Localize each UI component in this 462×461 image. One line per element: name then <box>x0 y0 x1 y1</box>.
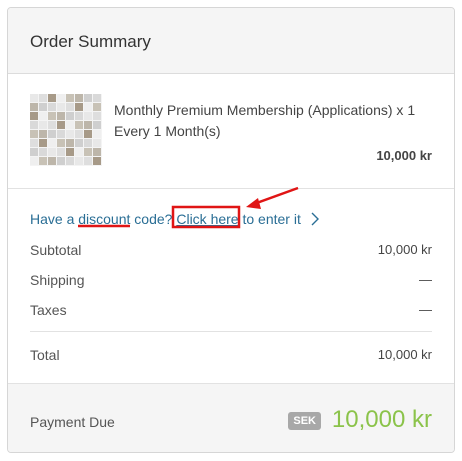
thumbnail-tile <box>57 121 65 129</box>
total-value: 10,000 kr <box>377 347 432 362</box>
discount-word: discount <box>78 211 131 227</box>
thumbnail-tile <box>93 121 101 129</box>
thumbnail-tile <box>39 94 47 102</box>
thumbnail-tile <box>66 112 74 120</box>
thumbnail-tile <box>75 148 83 156</box>
shipping-value: — <box>419 272 432 287</box>
discount-suffix: to enter it <box>238 211 301 227</box>
thumbnail-tile <box>75 94 83 102</box>
thumbnail-tile <box>57 94 65 102</box>
thumbnail-tile <box>30 148 38 156</box>
thumbnail-tile <box>84 103 92 111</box>
thumbnail-tile <box>57 139 65 147</box>
payment-due-amount: 10,000 kr <box>331 406 432 433</box>
thumbnail-tile <box>93 112 101 120</box>
thumbnail-tile <box>75 112 83 120</box>
order-summary-title: Order Summary <box>30 32 151 51</box>
total-label: Total <box>30 347 60 363</box>
thumbnail-tile <box>66 121 74 129</box>
thumbnail-tile <box>48 130 56 138</box>
subtotal-row: Subtotal 10,000 kr <box>30 242 432 258</box>
currency-badge: SEK <box>288 412 321 430</box>
thumbnail-tile <box>48 112 56 120</box>
thumbnail-tile <box>57 103 65 111</box>
thumbnail-tile <box>75 121 83 129</box>
payment-due-label: Payment Due <box>30 414 115 430</box>
shipping-label: Shipping <box>30 272 85 288</box>
thumbnail-tile <box>48 121 56 129</box>
discount-click-here-link[interactable]: Click here <box>176 211 238 227</box>
taxes-row: Taxes — <box>30 302 432 318</box>
thumbnail-tile <box>39 139 47 147</box>
product-thumbnail <box>30 94 102 166</box>
thumbnail-tile <box>75 130 83 138</box>
thumbnail-tile <box>39 157 47 165</box>
thumbnail-tile <box>93 130 101 138</box>
thumbnail-tile <box>93 148 101 156</box>
chevron-right-icon[interactable] <box>308 211 322 227</box>
thumbnail-tile <box>48 103 56 111</box>
thumbnail-tile <box>84 121 92 129</box>
thumbnail-tile <box>48 148 56 156</box>
thumbnail-tile <box>66 139 74 147</box>
thumbnail-tile <box>30 139 38 147</box>
discount-prefix: Have a <box>30 211 75 227</box>
thumbnail-tile <box>84 94 92 102</box>
thumbnail-tile <box>30 103 38 111</box>
thumbnail-tile <box>30 94 38 102</box>
thumbnail-tile <box>66 157 74 165</box>
item-price: 10,000 kr <box>376 148 432 163</box>
subtotal-label: Subtotal <box>30 242 82 258</box>
thumbnail-tile <box>30 121 38 129</box>
thumbnail-tile <box>75 103 83 111</box>
thumbnail-tile <box>48 157 56 165</box>
taxes-label: Taxes <box>30 302 67 318</box>
thumbnail-tile <box>30 112 38 120</box>
thumbnail-tile <box>57 157 65 165</box>
discount-prompt: Have a discount code? Click here to ente… <box>30 211 301 227</box>
payment-due-section: Payment Due SEK 10,000 kr <box>8 384 454 452</box>
thumbnail-tile <box>57 130 65 138</box>
thumbnail-tile <box>84 139 92 147</box>
order-item: Monthly Premium Membership (Applications… <box>8 74 454 189</box>
order-summary-panel: Order Summary Monthly Premium Membership… <box>7 7 455 453</box>
thumbnail-tile <box>93 94 101 102</box>
thumbnail-tile <box>84 157 92 165</box>
thumbnail-tile <box>75 139 83 147</box>
thumbnail-tile <box>66 94 74 102</box>
thumbnail-tile <box>66 103 74 111</box>
thumbnail-tile <box>93 157 101 165</box>
thumbnail-tile <box>75 157 83 165</box>
thumbnail-tile <box>66 130 74 138</box>
taxes-value: — <box>419 302 432 317</box>
item-billing-cycle: Every 1 Month(s) <box>114 123 221 139</box>
thumbnail-tile <box>93 103 101 111</box>
thumbnail-tile <box>39 148 47 156</box>
thumbnail-tile <box>39 121 47 129</box>
thumbnail-tile <box>48 139 56 147</box>
thumbnail-tile <box>66 148 74 156</box>
item-name: Monthly Premium Membership (Applications… <box>114 102 416 118</box>
thumbnail-tile <box>84 112 92 120</box>
totals-section: Have a discount code? Click here to ente… <box>8 189 454 384</box>
thumbnail-tile <box>30 130 38 138</box>
thumbnail-tile <box>39 130 47 138</box>
thumbnail-tile <box>84 148 92 156</box>
total-row: Total 10,000 kr <box>30 347 432 363</box>
thumbnail-tile <box>57 148 65 156</box>
shipping-row: Shipping — <box>30 272 432 288</box>
thumbnail-tile <box>57 112 65 120</box>
thumbnail-tile <box>39 103 47 111</box>
totals-divider <box>30 331 432 332</box>
thumbnail-tile <box>39 112 47 120</box>
order-summary-header: Order Summary <box>8 8 454 74</box>
thumbnail-tile <box>93 139 101 147</box>
thumbnail-tile <box>30 157 38 165</box>
discount-mid: code? <box>130 211 173 227</box>
subtotal-value: 10,000 kr <box>377 242 432 257</box>
thumbnail-tile <box>84 130 92 138</box>
thumbnail-tile <box>48 94 56 102</box>
